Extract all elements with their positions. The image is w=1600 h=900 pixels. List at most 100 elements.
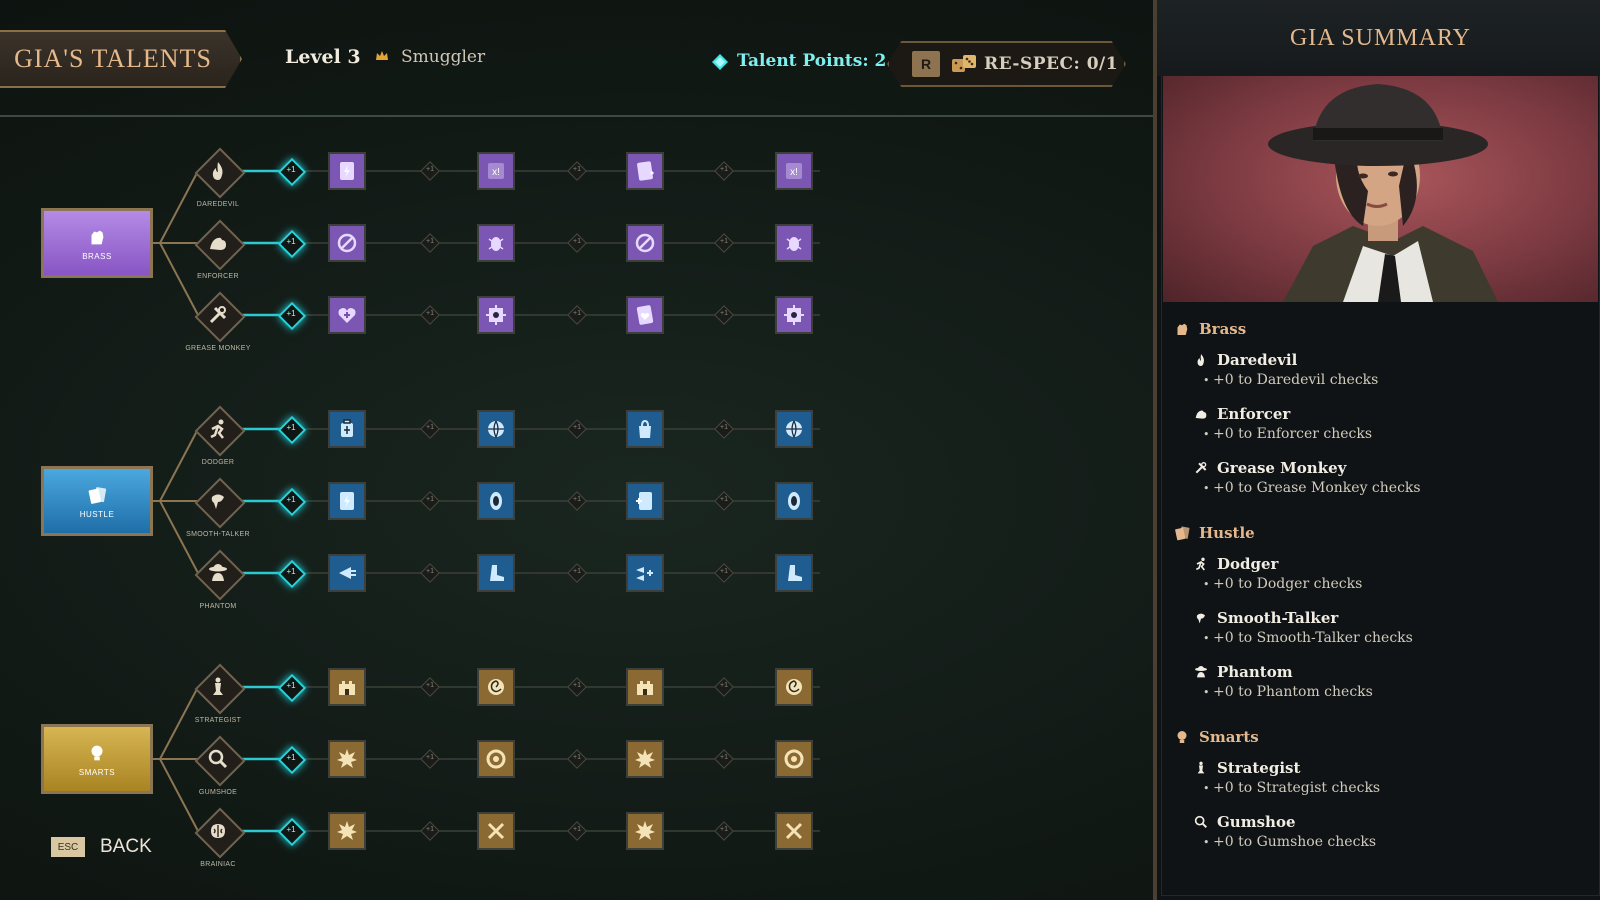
branch-smarts[interactable]: SMARTS (41, 724, 153, 794)
group-name: Smarts (1199, 728, 1259, 746)
skill-grease-monkey[interactable] (194, 291, 246, 343)
perk-tile[interactable] (328, 152, 366, 190)
locked-node[interactable]: +1 (567, 305, 587, 325)
skill-dodger[interactable] (194, 405, 246, 457)
locked-node-label: +1 (426, 568, 434, 575)
locked-node-label: +1 (573, 568, 581, 575)
skill-phantom[interactable] (194, 549, 246, 601)
locked-node[interactable]: +1 (420, 491, 440, 511)
entry-title: Smooth-Talker (1193, 606, 1583, 630)
locked-node[interactable]: +1 (567, 563, 587, 583)
perk-tile[interactable] (775, 296, 813, 334)
locked-node[interactable]: +1 (714, 821, 734, 841)
upgrade-node[interactable]: +1 (277, 229, 307, 259)
perk-tile[interactable] (328, 812, 366, 850)
locked-node[interactable]: +1 (567, 749, 587, 769)
perk-tile[interactable] (328, 410, 366, 448)
locked-node[interactable]: +1 (420, 677, 440, 697)
perk-tile[interactable] (328, 668, 366, 706)
locked-node[interactable]: +1 (714, 563, 734, 583)
perk-tile[interactable] (477, 224, 515, 262)
perk-tile[interactable] (477, 812, 515, 850)
locked-node[interactable]: +1 (420, 233, 440, 253)
perk-tile[interactable] (328, 554, 366, 592)
upgrade-node[interactable]: +1 (277, 487, 307, 517)
skill-label: DODGER (201, 459, 235, 466)
back-button[interactable]: ESC BACK (51, 836, 152, 858)
locked-node[interactable]: +1 (567, 821, 587, 841)
perk-tile[interactable] (626, 296, 664, 334)
skill-strategist[interactable] (194, 663, 246, 715)
locked-node[interactable]: +1 (714, 161, 734, 181)
perk-tile[interactable] (775, 482, 813, 520)
perk-tile[interactable] (626, 668, 664, 706)
perk-tile[interactable]: x! (775, 152, 813, 190)
locked-node[interactable]: +1 (714, 491, 734, 511)
skill-gumshoe[interactable] (194, 735, 246, 787)
locked-node[interactable]: +1 (420, 563, 440, 583)
upgrade-node[interactable]: +1 (277, 157, 307, 187)
locked-node[interactable]: +1 (714, 419, 734, 439)
perk-tile[interactable] (328, 296, 366, 334)
locked-node[interactable]: +1 (420, 749, 440, 769)
perk-tile[interactable] (775, 410, 813, 448)
locked-node[interactable]: +1 (567, 161, 587, 181)
perk-tile[interactable]: x! (477, 152, 515, 190)
perk-tile[interactable] (477, 740, 515, 778)
locked-node[interactable]: +1 (567, 677, 587, 697)
upgrade-label: +1 (286, 165, 296, 174)
perk-tile[interactable] (477, 296, 515, 334)
locked-node[interactable]: +1 (714, 233, 734, 253)
locked-node[interactable]: +1 (714, 305, 734, 325)
perk-tile[interactable] (626, 482, 664, 520)
perk-tile[interactable] (626, 554, 664, 592)
skill-enforcer[interactable] (194, 219, 246, 271)
upgrade-node[interactable]: +1 (277, 415, 307, 445)
locked-node[interactable]: +1 (567, 419, 587, 439)
locked-node[interactable]: +1 (420, 419, 440, 439)
upgrade-node[interactable]: +1 (277, 745, 307, 775)
locked-node[interactable]: +1 (714, 677, 734, 697)
perk-tile[interactable] (775, 740, 813, 778)
upgrade-node[interactable]: +1 (277, 673, 307, 703)
perk-tile[interactable] (477, 668, 515, 706)
branch-brass[interactable]: BRASS (41, 208, 153, 278)
summary-entry: Dodger +0 to Dodger checks (1193, 552, 1583, 598)
perk-tile[interactable] (477, 554, 515, 592)
locked-node[interactable]: +1 (420, 161, 440, 181)
perk-tile[interactable] (775, 224, 813, 262)
upgrade-node[interactable]: +1 (277, 301, 307, 331)
locked-node[interactable]: +1 (567, 233, 587, 253)
skill-smooth-talker[interactable] (194, 477, 246, 529)
upgrade-node[interactable]: +1 (277, 817, 307, 847)
locked-node-label: +1 (426, 424, 434, 431)
perk-tile[interactable] (626, 152, 664, 190)
locked-node[interactable]: +1 (420, 821, 440, 841)
perk-tile[interactable] (328, 740, 366, 778)
perk-tile[interactable] (775, 668, 813, 706)
upgrade-node[interactable]: +1 (277, 559, 307, 589)
locked-node[interactable]: +1 (567, 491, 587, 511)
perk-tile[interactable] (328, 224, 366, 262)
locked-node-label: +1 (426, 238, 434, 245)
branch-hustle[interactable]: HUSTLE (41, 466, 153, 536)
locked-node[interactable]: +1 (420, 305, 440, 325)
bulb-icon (1177, 731, 1187, 743)
swirl-icon (488, 679, 504, 695)
perk-tile[interactable] (775, 812, 813, 850)
perk-tile[interactable] (477, 482, 515, 520)
perk-tile[interactable] (328, 482, 366, 520)
perk-tile[interactable] (477, 410, 515, 448)
perk-tile[interactable] (626, 812, 664, 850)
fort-icon (339, 681, 355, 695)
locked-node-label: +1 (573, 310, 581, 317)
perk-tile[interactable] (775, 554, 813, 592)
perk-tile[interactable] (626, 224, 664, 262)
perk-tile[interactable] (626, 740, 664, 778)
perk-tile[interactable] (626, 410, 664, 448)
skill-brainiac[interactable] (194, 807, 246, 859)
skill-daredevil[interactable] (194, 147, 246, 199)
summary-list: Brass Daredevil +0 to Daredevil checks Enfo… (1173, 318, 1583, 896)
locked-node[interactable]: +1 (714, 749, 734, 769)
burst-icon (337, 821, 357, 840)
